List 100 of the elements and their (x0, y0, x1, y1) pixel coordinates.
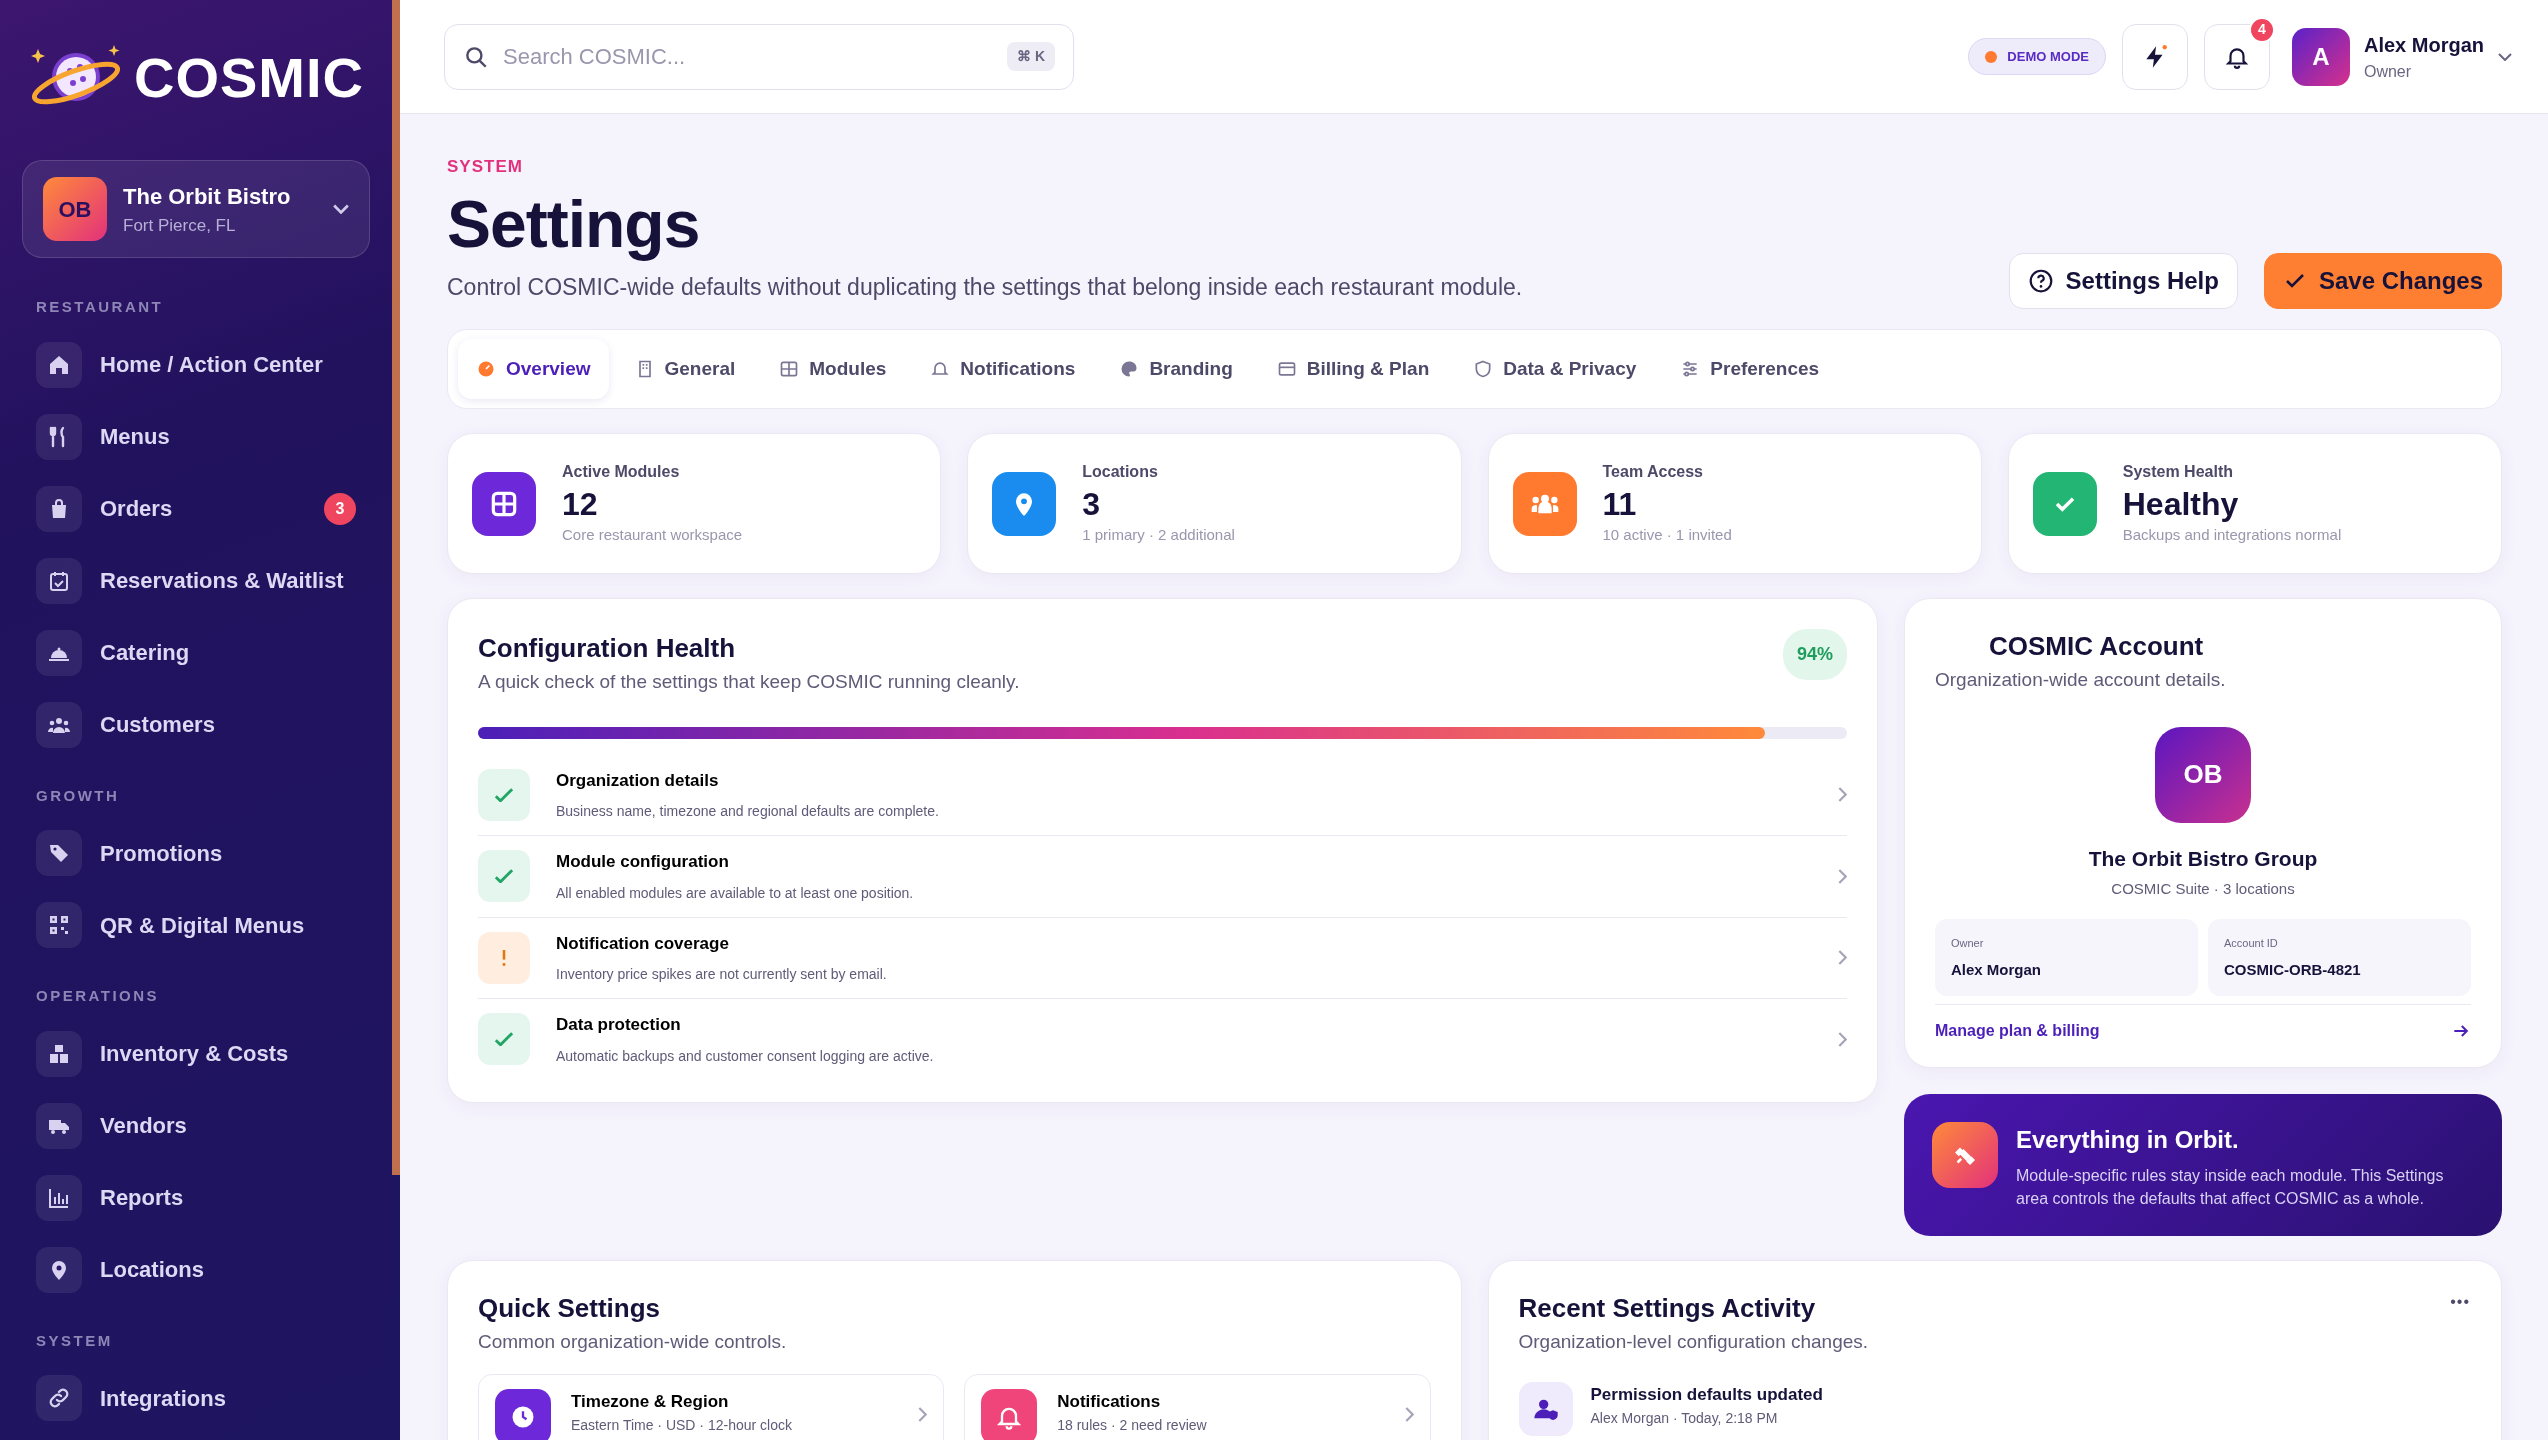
user-menu[interactable]: A Alex Morgan Owner (2285, 26, 2518, 87)
check-description: Business name, timezone and regional defaults are complete. (556, 802, 939, 822)
info-value: COSMIC-ORB-4821 (2224, 960, 2362, 981)
setting-title: Notifications (1057, 1391, 1162, 1414)
help-icon (2027, 267, 2054, 294)
section-label: GROWTH (36, 785, 121, 806)
card-title: Quick Settings (478, 1291, 662, 1325)
chevron-right-icon (918, 1407, 928, 1423)
chevron-right-icon (1838, 1031, 1847, 1047)
tab[interactable]: General (616, 338, 754, 400)
stat-label: System Health (2122, 462, 2234, 483)
setting-shortcut[interactable]: Notifications 18 rules · 2 need review (964, 1374, 1431, 1440)
sidebar-item[interactable]: Reservations & Waitlist (22, 544, 370, 617)
help-button[interactable]: Settings Help (2008, 252, 2238, 309)
card-title: Configuration Health (478, 632, 737, 666)
link-icon (47, 1386, 71, 1410)
sidebar-item[interactable]: Locations (22, 1233, 370, 1306)
shortcut-hint: ⌘ K (1007, 42, 1055, 71)
chevron-right-icon (1838, 950, 1847, 966)
notification-count-badge: 4 (2248, 16, 2275, 43)
card-subtitle: Organization-level configuration changes. (1518, 1329, 1869, 1354)
check-description: Automatic backups and customer consent logging are active. (556, 1046, 934, 1066)
sidebar-item[interactable]: QR & Digital Menus (22, 889, 370, 961)
tab[interactable]: Modules (761, 338, 905, 400)
page-title: Settings (447, 187, 701, 261)
card-title: Recent Settings Activity (1518, 1291, 1817, 1325)
organization-name: The Orbit Bistro Group (2087, 845, 2319, 872)
stat-value: 11 (1602, 485, 1638, 525)
count-badge: 3 (324, 492, 356, 525)
more-button[interactable]: ••• (2449, 1288, 2471, 1315)
check-description: Inventory price spikes are not currently sent by email. (556, 965, 887, 985)
scrollbar[interactable] (392, 0, 400, 1175)
tab[interactable]: Preferences (1662, 338, 1838, 400)
setting-shortcut[interactable]: Timezone & Region Eastern Time · USD · 12-hour clock (478, 1374, 945, 1440)
check-icon (494, 869, 514, 884)
stat-label: Locations (1082, 462, 1159, 483)
banner-text: Module-specific rules stay inside each module. This Settings area controls the defaults that affect COSMIC as a whole. (2016, 1165, 2445, 1209)
user-name: Alex Morgan (2363, 32, 2484, 58)
chevron-right-icon (1404, 1407, 1414, 1423)
organization-name: The Orbit Bistro (123, 182, 291, 211)
stat-value: Healthy (2122, 485, 2240, 525)
page-description: Control COSMIC-wide defaults without duplicating the settings that belong inside each restaurant module. (447, 273, 1523, 303)
user-role: Owner (2363, 61, 2413, 82)
check-row[interactable]: Module configuration All enabled modules are available to at least one position. (478, 836, 1847, 918)
billing-link[interactable]: Manage plan & billing (1935, 1018, 2471, 1043)
sidebar-item[interactable]: Vendors (22, 1089, 370, 1162)
tab[interactable]: Data & Privacy (1455, 338, 1655, 400)
setting-summary: Eastern Time · USD · 12-hour clock (571, 1415, 792, 1435)
plan-summary: COSMIC Suite · 3 locations (2110, 879, 2296, 900)
organization-switcher[interactable]: OB The Orbit Bistro Fort Pierce, FL (22, 160, 370, 258)
sidebar-item[interactable]: Reports (22, 1161, 370, 1234)
sidebar-item[interactable]: Catering (22, 616, 370, 689)
check-title: Data protection (556, 1014, 682, 1037)
organization-avatar: OB (43, 177, 107, 241)
search-box[interactable]: Search COSMIC... ⌘ K (444, 23, 1074, 90)
organization-location: Fort Pierce, FL (123, 214, 237, 237)
activity-meta: Alex Morgan · Today, 2:18 PM (1590, 1408, 1779, 1428)
activity-title: Permission defaults updated (1590, 1384, 1823, 1407)
section-label: RESTAURANT (36, 297, 165, 317)
tab[interactable]: Overview (458, 338, 609, 400)
tab[interactable]: Branding (1101, 338, 1251, 400)
check-title: Module configuration (556, 851, 730, 874)
stat-label: Active Modules (562, 462, 681, 483)
info-value: Alex Morgan (1951, 960, 2042, 981)
sidebar-item[interactable]: Home / Action Center (22, 328, 370, 401)
setting-summary: 18 rules · 2 need review (1057, 1415, 1207, 1435)
card-subtitle: Organization-wide account details. (1935, 668, 2227, 693)
sidebar-item[interactable]: Customers (22, 688, 370, 761)
check-row[interactable]: Data protection Automatic backups and customer consent logging are active. (478, 999, 1847, 1080)
brand-name: COSMIC (134, 45, 364, 111)
shield-icon (1473, 358, 1494, 379)
quick-actions-button[interactable] (2121, 23, 2188, 90)
check-title: Notification coverage (556, 932, 730, 955)
tab[interactable]: Notifications (912, 338, 1094, 400)
check-row[interactable]: Notification coverage Inventory price spikes are not currently sent by email. (478, 917, 1847, 1000)
sidebar-item[interactable]: Integrations (22, 1362, 370, 1434)
check-icon (494, 787, 514, 802)
demo-mode-badge: DEMO MODE (1968, 37, 2106, 76)
save-button[interactable]: Save Changes (2263, 252, 2502, 309)
chevron-right-icon (1838, 868, 1847, 884)
stat-note: 10 active · 1 invited (1602, 525, 1732, 546)
card-subtitle: A quick check of the settings that keep COSMIC running cleanly. (478, 670, 1020, 695)
sidebar-item[interactable]: Promotions (22, 817, 370, 889)
qr-code-icon (47, 913, 71, 937)
chevron-right-icon (1838, 787, 1847, 803)
sidebar-item[interactable]: Menus (22, 400, 370, 473)
stat-label: Team Access (1602, 462, 1704, 483)
info-label: Owner (1951, 935, 1985, 951)
check-row[interactable]: Organization details Business name, timezone and regional defaults are complete. (478, 754, 1847, 837)
tab[interactable]: Billing & Plan (1258, 338, 1448, 400)
card-title: COSMIC Account (1989, 630, 2205, 664)
setting-title: Timezone & Region (571, 1391, 730, 1414)
section-label: SYSTEM (36, 1330, 114, 1351)
sidebar-item[interactable]: Orders 3 (22, 472, 370, 545)
sidebar-item[interactable]: Inventory & Costs (22, 1017, 370, 1090)
exclamation-icon (502, 949, 506, 967)
chevron-down-icon (333, 204, 349, 214)
organization-avatar: OB (2155, 726, 2251, 823)
stat-value: 3 (1082, 485, 1102, 525)
section-eyebrow: SYSTEM (447, 156, 524, 178)
